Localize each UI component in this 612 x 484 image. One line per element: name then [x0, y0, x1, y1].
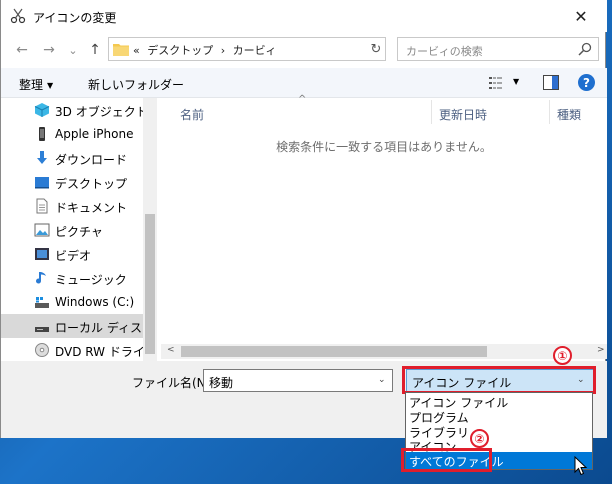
chevron-down-icon: ▼ — [47, 81, 54, 90]
sidebar-item-label: DVD RW ドライブ ( — [55, 345, 157, 359]
sidebar-item-videos[interactable]: ビデオ — [1, 242, 143, 266]
breadcrumb-separator[interactable]: › — [221, 44, 225, 57]
search-placeholder: カービィの検索 — [406, 45, 483, 58]
refresh-button[interactable]: ↻ — [367, 40, 385, 58]
view-chevron-down-icon[interactable]: ▼ — [513, 77, 519, 86]
video-icon — [35, 248, 49, 260]
breadcrumb: « デスクトップ › カービィ — [133, 42, 280, 58]
chevron-down-icon[interactable]: ⌄ — [378, 375, 386, 385]
column-header-date-modified[interactable]: 更新日時 — [439, 106, 487, 123]
organize-label: 整理 — [19, 78, 44, 92]
title-bar: アイコンの変更 ✕ — [1, 0, 607, 32]
horizontal-scrollbar-thumb[interactable] — [181, 346, 487, 357]
back-button[interactable]: ← — [13, 40, 31, 60]
dvd-icon — [35, 343, 49, 357]
sidebar-item-label: ローカル ディスク (D — [55, 321, 157, 335]
sidebar-item-label: ダウンロード — [55, 153, 128, 167]
scissors-icon — [10, 8, 26, 24]
sidebar-item-apple-iphone[interactable]: Apple iPhone — [1, 122, 143, 146]
sidebar-item-local-disk-d[interactable]: ローカル ディスク (D — [1, 314, 157, 338]
preview-pane-icon[interactable] — [543, 75, 559, 90]
close-button[interactable]: ✕ — [561, 2, 601, 30]
navigation-pane: 3D オブジェクト Apple iPhone ダウンロード デスクトップ ドキュ… — [1, 98, 157, 361]
organize-menu-button[interactable]: 整理 ▼ — [19, 76, 53, 93]
sidebar-item-label: Apple iPhone — [55, 127, 134, 141]
empty-folder-message: 検索条件に一致する項目はありません。 — [276, 140, 492, 154]
sort-indicator: ^ — [298, 94, 307, 105]
view-options-icon[interactable] — [489, 76, 503, 90]
horizontal-scrollbar[interactable]: < > — [161, 344, 607, 359]
sidebar-item-label: ミュージック — [55, 273, 127, 287]
navigation-scrollbar-thumb[interactable] — [145, 214, 155, 354]
new-folder-button[interactable]: 新しいフォルダー — [88, 76, 184, 93]
help-icon[interactable]: ? — [578, 74, 595, 91]
column-divider[interactable] — [549, 100, 550, 124]
document-icon — [36, 198, 48, 214]
sidebar-item-downloads[interactable]: ダウンロード — [1, 146, 143, 170]
drive-c-icon — [35, 297, 49, 308]
sidebar-item-desktop[interactable]: デスクトップ — [1, 170, 143, 194]
annotation-marker-2: ② — [470, 429, 489, 448]
sidebar-item-dvd-drive[interactable]: DVD RW ドライブ ( — [1, 338, 157, 361]
search-input[interactable]: カービィの検索 — [397, 37, 599, 61]
breadcrumb-kirby[interactable]: カービィ — [233, 44, 277, 57]
scroll-left-button[interactable]: < — [167, 345, 175, 355]
filename-value: 移動 — [209, 376, 234, 390]
pictures-icon — [34, 223, 50, 237]
sidebar-item-label: ピクチャ — [55, 225, 103, 239]
sidebar-item-label: デスクトップ — [55, 177, 128, 191]
column-header-name[interactable]: 名前 — [180, 106, 204, 123]
breadcrumb-overflow[interactable]: « — [133, 44, 140, 57]
window-title: アイコンの変更 — [33, 11, 117, 25]
annotation-box-2 — [401, 448, 492, 472]
breadcrumb-desktop[interactable]: デスクトップ — [147, 44, 213, 57]
forward-button[interactable]: → — [40, 40, 58, 60]
filename-field[interactable]: 移動 ⌄ — [203, 369, 393, 392]
address-bar[interactable]: « デスクトップ › カービィ ↻ — [108, 37, 386, 61]
annotation-box-1 — [402, 366, 596, 394]
desktop-icon — [35, 177, 49, 189]
up-button[interactable]: ↑ — [86, 40, 104, 60]
local-disk-icon — [35, 327, 49, 332]
sidebar-item-windows-c[interactable]: Windows (C:) — [1, 290, 143, 314]
sidebar-item-music[interactable]: ミュージック — [1, 266, 143, 290]
music-icon — [36, 272, 46, 284]
column-header-type[interactable]: 種類 — [557, 106, 581, 123]
scroll-right-button[interactable]: > — [597, 345, 605, 355]
cube-icon — [34, 103, 50, 117]
file-list: ^ 名前 更新日時 種類 検索条件に一致する項目はありません。 — [161, 94, 607, 348]
recent-locations-button[interactable]: ⌄ — [64, 40, 82, 60]
mouse-pointer-icon — [574, 456, 588, 476]
sidebar-item-3d-objects[interactable]: 3D オブジェクト — [1, 98, 148, 122]
folder-icon — [113, 44, 129, 56]
sidebar-item-pictures[interactable]: ピクチャ — [1, 218, 143, 242]
column-divider[interactable] — [431, 100, 432, 124]
sidebar-item-documents[interactable]: ドキュメント — [1, 194, 143, 218]
search-icon — [578, 42, 592, 56]
sidebar-item-label: ドキュメント — [55, 201, 128, 215]
sidebar-item-label: 3D オブジェクト — [55, 105, 148, 119]
phone-icon — [39, 127, 45, 141]
sidebar-item-label: Windows (C:) — [55, 295, 135, 309]
sidebar-item-label: ビデオ — [55, 249, 92, 263]
annotation-marker-1: ① — [553, 346, 572, 365]
download-icon — [37, 151, 47, 164]
